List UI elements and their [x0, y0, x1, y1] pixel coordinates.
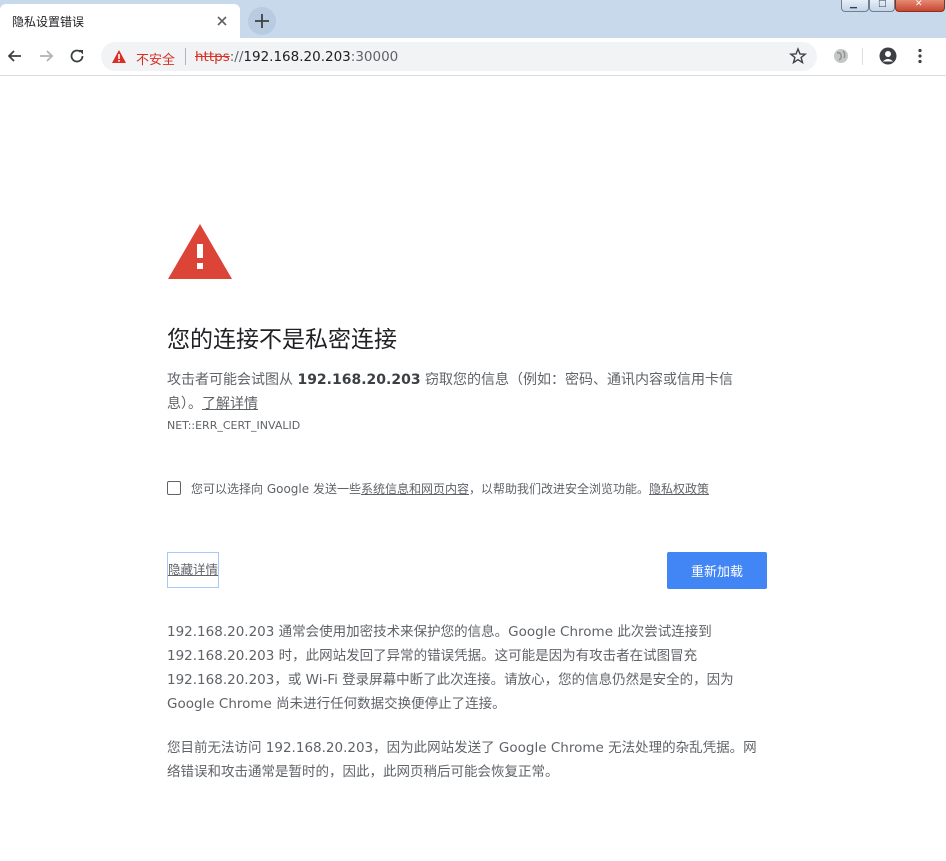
optin-after: ，以帮助我们改进安全浏览功能。 [468, 482, 649, 496]
url-scheme-separator: :// [229, 49, 244, 65]
new-tab-button[interactable] [248, 7, 276, 35]
forward-arrow-icon[interactable] [36, 46, 56, 66]
optin-before: 您可以选择向 Google 发送一些 [191, 482, 361, 496]
url-host: 192.168.20.203 [243, 49, 351, 65]
window-controls: ▁ □ ✕ [839, 0, 946, 12]
red-warning-triangle-icon [168, 224, 232, 279]
intro-before: 攻击者可能会试图从 [167, 372, 298, 388]
minimize-button[interactable]: ▁ [841, 0, 869, 12]
address-bar[interactable]: 不安全 https://192.168.20.203:30000 [101, 42, 817, 71]
toolbar-divider [862, 48, 863, 65]
tab-close-icon[interactable] [214, 13, 230, 29]
omnibox-separator [185, 48, 186, 65]
reload-button[interactable]: 重新加载 [667, 552, 767, 589]
title-bar: 隐私设置错误 ▁ □ ✕ [0, 0, 946, 38]
intro-host: 192.168.20.203 [297, 372, 421, 388]
error-code: NET::ERR_CERT_INVALID [167, 419, 301, 432]
details-paragraph-1: 192.168.20.203 通常会使用加密技术来保护您的信息。Google C… [167, 624, 734, 712]
reload-icon[interactable] [67, 46, 87, 66]
not-secure-label[interactable]: 不安全 [136, 49, 175, 68]
url-port: :30000 [350, 49, 399, 65]
optin-label: 您可以选择向 Google 发送一些系统信息和网页内容，以帮助我们改进安全浏览功… [191, 480, 709, 498]
active-tab[interactable]: 隐私设置错误 [0, 4, 240, 38]
safe-browsing-optin: 您可以选择向 Google 发送一些系统信息和网页内容，以帮助我们改进安全浏览功… [167, 480, 767, 498]
learn-more-link[interactable]: 了解详情 [202, 396, 258, 412]
account-icon[interactable] [878, 46, 898, 66]
more-vert-icon[interactable] [910, 46, 930, 66]
close-icon: ✕ [915, 0, 923, 9]
page-title: 您的连接不是私密连接 [167, 327, 397, 353]
privacy-policy-link[interactable]: 隐私权政策 [649, 482, 709, 496]
tab-title: 隐私设置错误 [12, 15, 85, 29]
browser-toolbar: 不安全 https://192.168.20.203:30000 [0, 38, 946, 76]
star-icon[interactable] [789, 47, 807, 65]
plus-icon [255, 14, 269, 28]
system-info-link[interactable]: 系统信息和网页内容 [361, 482, 469, 496]
window-close-button[interactable]: ✕ [895, 0, 945, 12]
maximize-button[interactable]: □ [869, 0, 895, 12]
hide-details-button[interactable]: 隐藏详情 [167, 552, 219, 588]
globe-icon[interactable] [831, 46, 851, 66]
warning-triangle-icon[interactable] [111, 49, 127, 64]
maximize-icon: □ [878, 0, 887, 9]
details-paragraph-2: 您目前无法访问 192.168.20.203，因为此网站发送了 Google C… [167, 740, 757, 780]
interstitial-content: 您的连接不是私密连接 攻击者可能会试图从 192.168.20.203 窃取您的… [167, 76, 767, 861]
url-scheme: https [195, 49, 230, 65]
minimize-icon: ▁ [850, 0, 857, 9]
optin-checkbox[interactable] [167, 481, 181, 495]
url-text[interactable]: https://192.168.20.203:30000 [195, 49, 398, 65]
back-arrow-icon[interactable] [5, 46, 25, 66]
intro-text: 攻击者可能会试图从 192.168.20.203 窃取您的信息（例如：密码、通讯… [167, 368, 767, 416]
